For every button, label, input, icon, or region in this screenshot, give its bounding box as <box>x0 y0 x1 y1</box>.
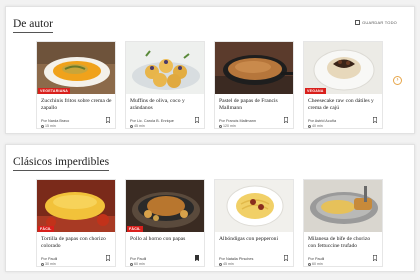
recipe-title[interactable]: Pollo al horno con papas <box>126 232 204 252</box>
bookmark-icon[interactable] <box>106 117 110 123</box>
recipe-title[interactable]: Albóndigas con pepperoni <box>215 232 293 252</box>
section-title: Clásicos imperdibles <box>13 156 110 171</box>
clock-icon <box>41 262 44 266</box>
clock-icon <box>41 124 44 128</box>
section-de-autor: De autor GUARDAR TODO Vegetariana Zucchi… <box>5 6 415 134</box>
recipe-time: 120 min <box>219 124 236 128</box>
recipe-author: Por Lic. Carola B. Enrique <box>130 119 174 123</box>
clock-icon <box>308 124 311 128</box>
recipe-image: Vegetariana <box>37 42 115 94</box>
recipe-image: Fácil <box>37 180 115 232</box>
bookmark-filled-icon[interactable] <box>195 255 199 261</box>
recipe-image: Fácil <box>126 180 204 232</box>
clock-icon <box>130 262 133 266</box>
recipe-card[interactable]: Fácil Tortilla de papas con chorizo colo… <box>36 179 116 267</box>
bookmark-icon[interactable] <box>373 255 377 261</box>
recipe-time: 45 min <box>219 262 234 266</box>
recipe-author: Por Narda Bravo <box>41 119 70 123</box>
section-title: De autor <box>13 18 53 33</box>
clock-icon <box>219 124 222 128</box>
recipe-title[interactable]: Muffins de oliva, coco y arándanos <box>126 94 204 114</box>
recipe-time: 30 min <box>41 262 56 266</box>
recipe-title[interactable]: Cheesecake raw con dátiles y crema de ca… <box>304 94 382 114</box>
recipe-author: Por Astrid Acuña <box>308 119 337 123</box>
recipe-author: Por Paulli <box>308 257 325 261</box>
chevron-right-icon: › <box>396 77 399 83</box>
recipe-author: Por Francis Mallmann <box>219 119 256 123</box>
diet-tag: Vegana <box>305 88 326 94</box>
recipe-title[interactable]: Zucchinis fritos sobre crema de zapallo <box>37 94 115 114</box>
recipe-author: Por Paulli <box>41 257 58 261</box>
recipe-carousel: Fácil Tortilla de papas con chorizo colo… <box>36 179 383 267</box>
recipe-time: 40 min <box>308 124 323 128</box>
recipe-time: 45 min <box>130 124 145 128</box>
section-clasicos-imperdibles: Clásicos imperdibles Fácil Tortilla de p… <box>5 144 415 272</box>
diet-tag: Vegetariana <box>38 88 71 94</box>
recipe-image <box>304 180 382 232</box>
recipe-author: Por Natalia Pirsches <box>219 257 254 261</box>
recipe-card[interactable]: Muffins de oliva, coco y arándanos Por L… <box>125 41 205 129</box>
bookmark-icon[interactable] <box>284 255 288 261</box>
recipe-title[interactable]: Milanesa de bife de chorizo con fettucci… <box>304 232 382 252</box>
recipe-time: 60 min <box>130 262 145 266</box>
recipe-card[interactable]: Pastel de papas de Francis Mallmann Por … <box>214 41 294 129</box>
recipe-image: Vegana <box>304 42 382 94</box>
recipe-time: 15 min <box>41 124 56 128</box>
recipe-title[interactable]: Tortilla de papas con chorizo colorado <box>37 232 115 252</box>
recipe-image <box>215 42 293 94</box>
recipe-image <box>126 42 204 94</box>
recipe-card[interactable]: Vegetariana Zucchinis fritos sobre crema… <box>36 41 116 129</box>
recipe-card[interactable]: Fácil Pollo al horno con papas Por Paull… <box>125 179 205 267</box>
recipe-author: Por Paulli <box>130 257 147 261</box>
recipe-carousel: Vegetariana Zucchinis fritos sobre crema… <box>36 41 383 129</box>
difficulty-tag: Fácil <box>127 226 143 232</box>
recipe-time: 60 min <box>308 262 323 266</box>
save-all-link[interactable]: GUARDAR TODO <box>355 20 397 25</box>
clock-icon <box>130 124 133 128</box>
save-all-icon <box>355 20 361 25</box>
bookmark-icon[interactable] <box>195 117 199 123</box>
recipe-card[interactable]: Albóndigas con pepperoni Por Natalia Pir… <box>214 179 294 267</box>
carousel-next-button[interactable]: › <box>393 76 402 85</box>
clock-icon <box>308 262 311 266</box>
bookmark-icon[interactable] <box>373 117 377 123</box>
recipe-card[interactable]: Milanesa de bife de chorizo con fettucci… <box>303 179 383 267</box>
bookmark-icon[interactable] <box>106 255 110 261</box>
recipe-card[interactable]: Vegana Cheesecake raw con dátiles y crem… <box>303 41 383 129</box>
recipe-title[interactable]: Pastel de papas de Francis Mallmann <box>215 94 293 114</box>
bookmark-icon[interactable] <box>284 117 288 123</box>
difficulty-tag: Fácil <box>38 226 54 232</box>
clock-icon <box>219 262 222 266</box>
recipe-image <box>215 180 293 232</box>
